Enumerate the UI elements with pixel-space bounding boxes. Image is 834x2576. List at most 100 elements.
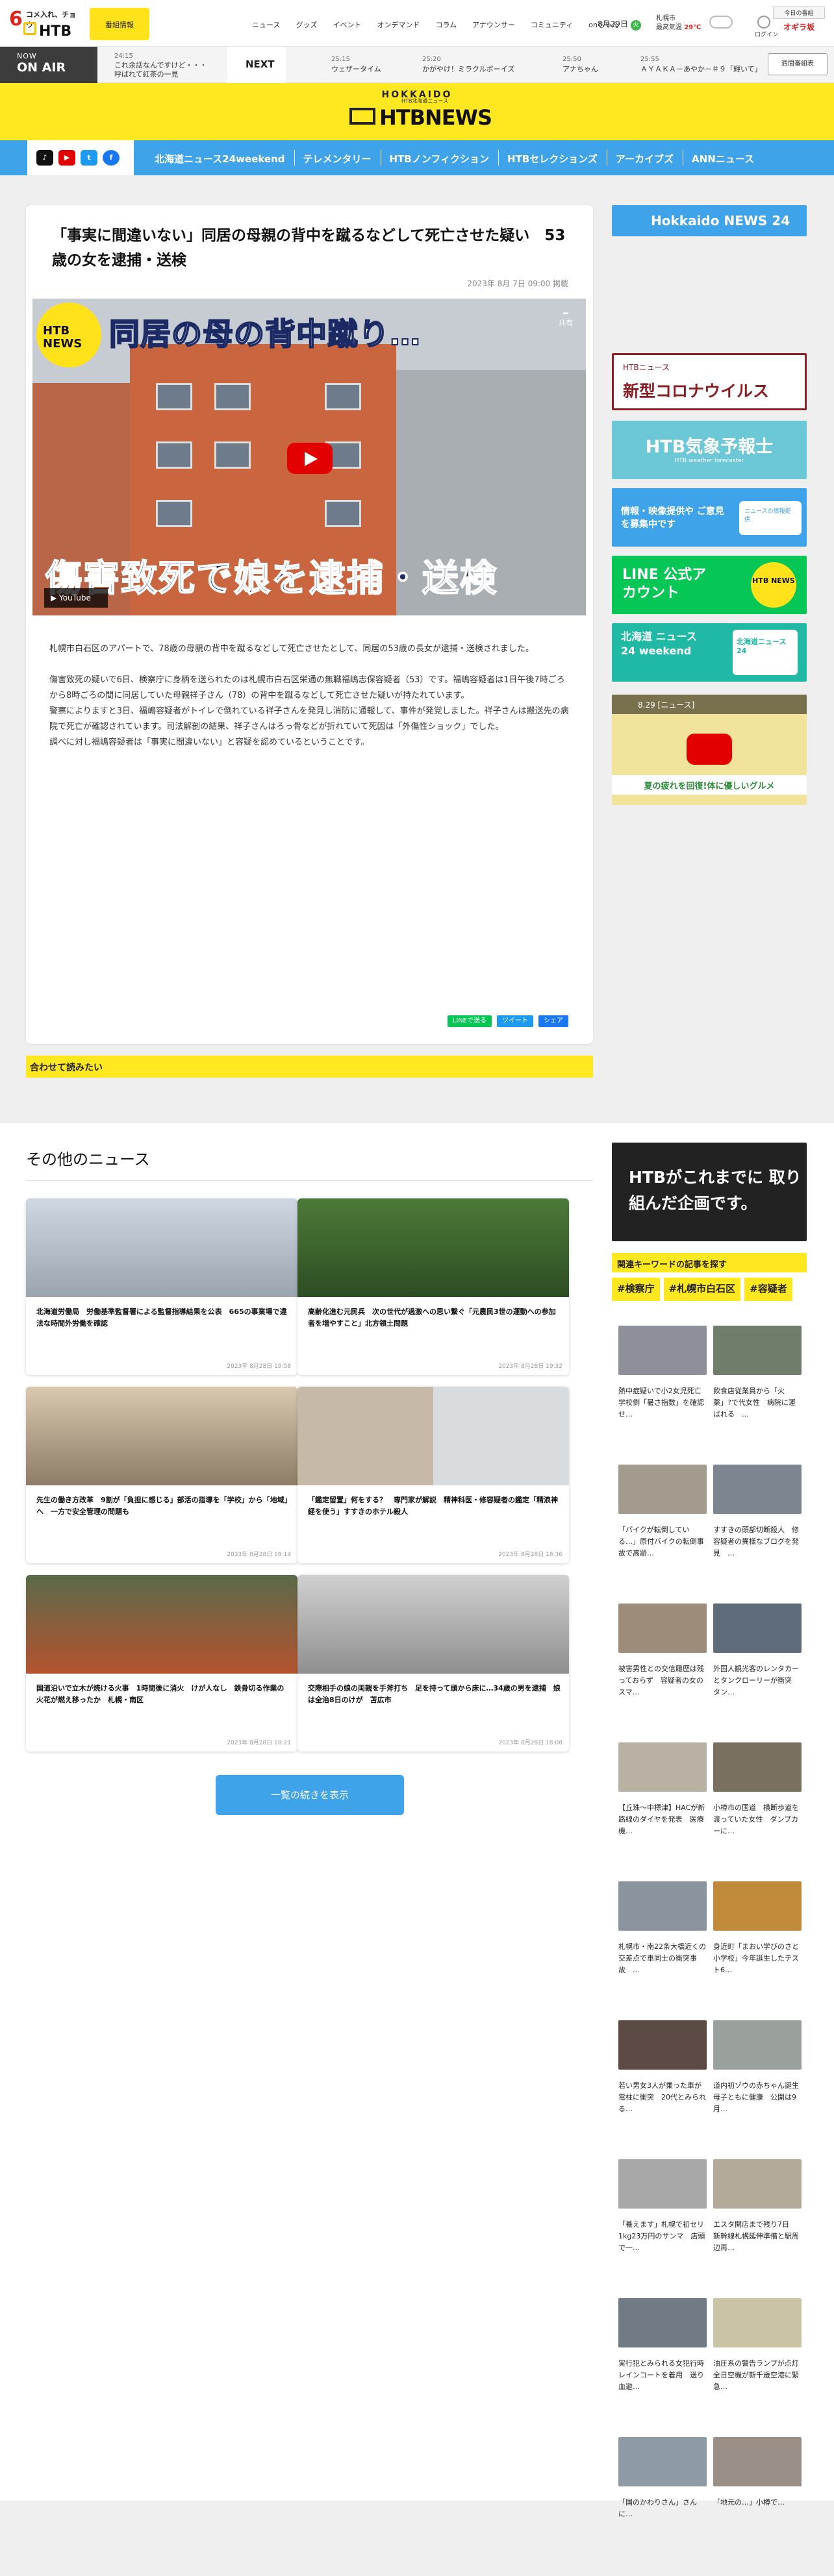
side-news-item[interactable]: 飲食店従業員から「火薬」?で代女性 病院に運ばれる …: [713, 1326, 802, 1465]
more-news-button[interactable]: 一覧の続きを表示: [216, 1775, 404, 1815]
current-program[interactable]: 24:15 これ余話なんですけど・・・ 呼ばれて紅茶の一見: [114, 52, 212, 79]
news-card[interactable]: 高齢化進む元民兵 次の世代が過激への思い繋ぐ「元農民3世の運動への参加者を増やす…: [297, 1198, 569, 1375]
top-nav-item[interactable]: コミュニティ: [531, 19, 573, 30]
program-info-button[interactable]: 番組情報: [90, 8, 149, 40]
news24weekend-banner[interactable]: 北海道 ニュース24 weekend 北海道ニュース24: [612, 623, 807, 682]
side-news-item[interactable]: 小樽市の国道 横断歩道を渡っていた女性 ダンプカーに…: [713, 1742, 802, 1881]
side-news-item[interactable]: 「パイクが転倒している…」原付バイクの転倒事故で高齢…: [618, 1465, 707, 1604]
news-thumbnail: [713, 1326, 802, 1375]
side-news-item[interactable]: 【丘珠〜中標津】HACが新路線のダイヤを発表 医療機…: [618, 1742, 707, 1881]
top-nav-item[interactable]: コラム: [435, 19, 457, 30]
nav-item-nonfiction[interactable]: HTBノンフィクション: [380, 140, 498, 175]
tiktok-icon[interactable]: ♪: [36, 150, 53, 166]
tag-link[interactable]: #検察庁: [612, 1278, 660, 1301]
next-program[interactable]: 25:20 かがやけ！ミラクルボーイズ: [422, 55, 514, 74]
side-news-item[interactable]: 身近町「まおい学びのさと小学校」今年誕生したテスト6…: [713, 1881, 802, 2020]
news-thumbnail: [713, 2298, 802, 2347]
nav-item-news24weekend[interactable]: 北海道ニュース24weekend: [145, 140, 294, 175]
side-news-item[interactable]: 「国のかわりさん」さんに…: [618, 2437, 707, 2576]
next-program[interactable]: 25:55 ＡＹＡＫＡ－あやか－＃９「輝いて」: [640, 55, 764, 74]
side-news-item[interactable]: 実行犯とみられる女犯行時レインコートを着用 送り血避…: [618, 2298, 707, 2437]
top-nav-item[interactable]: グッズ: [296, 19, 317, 30]
side-news-item[interactable]: 熱中症疑いで小2女児死亡 学校側「暑さ指数」を確認せ…: [618, 1326, 707, 1465]
top-nav-item[interactable]: イベント: [333, 19, 361, 30]
side-news-title: 油圧系の警告ランプが点灯 全日空機が新千歳空港に緊急…: [713, 2359, 802, 2391]
top-nav: ニュース グッズ イベント オンデマンド コラム アナウンサー コミュニティ o…: [252, 19, 619, 30]
side-news-item[interactable]: エスタ開店まで残り7日 新幹線札幌延伸準備と駅周辺再…: [713, 2159, 802, 2298]
news-thumbnail: [713, 2159, 802, 2209]
nav-item-telementary[interactable]: テレメンタリー: [294, 140, 381, 175]
site-header: 6 コメ入れ、チョウ HTB 番組情報 ニュース グッズ イベント オンデマンド…: [0, 0, 834, 47]
side-news-item[interactable]: 「地元の…」小樽で…: [713, 2437, 802, 2576]
news-thumbnail: [618, 2437, 707, 2486]
news-thumbnail: [713, 2437, 802, 2486]
top-nav-item[interactable]: アナウンサー: [472, 19, 515, 30]
news-card[interactable]: 北海道労働局 労働基準監督署による監督指導結果を公表 665の事業場で違法な時間…: [26, 1198, 297, 1375]
play-button-icon[interactable]: [687, 734, 732, 765]
weekday-badge: 火: [630, 20, 641, 31]
side-news-item[interactable]: 外国人観光客のレンタカーとタンクローリーが衝突 タン…: [713, 1604, 802, 1742]
news-thumbnail: [713, 1465, 802, 1514]
news-thumbnail: [618, 1881, 707, 1931]
htb-logo[interactable]: 6 コメ入れ、チョウ HTB: [9, 8, 82, 42]
user-icon[interactable]: [757, 16, 770, 29]
nav-item-ann-news[interactable]: ANNニュース: [683, 140, 763, 175]
side-news-item[interactable]: 油圧系の警告ランプが点灯 全日空機が新千歳空港に緊急…: [713, 2298, 802, 2437]
news-thumbnail: [297, 1198, 569, 1297]
info-video-banner[interactable]: 情報・映像提供や ご意見を募集中です ニュースの情報提供: [612, 488, 807, 547]
hokkaido-news24-banner[interactable]: Hokkaido NEWS 24: [612, 205, 807, 236]
nav-item-selections[interactable]: HTBセレクションズ: [498, 140, 607, 175]
news-thumbnail: [297, 1387, 569, 1485]
youtube-icon[interactable]: ▶: [58, 150, 75, 166]
news-card[interactable]: 先生の働き方改革 9割が「負担に感じる」部活の指導を「学校」から「地域」へ 一方…: [26, 1387, 297, 1563]
side-news-item[interactable]: 札幌市・南22条大橋近くの交差点で車同士の衝突事故 …: [618, 1881, 707, 2020]
next-program[interactable]: 25:15 ウェザータイム: [331, 55, 381, 74]
side-news-item[interactable]: すすきの頭部切断殺人 修容疑者の異様なブログを発見 …: [713, 1465, 802, 1604]
side-news-item[interactable]: 若い男女3人が乗った車が電柱に衝突 20代とみられる…: [618, 2020, 707, 2159]
side-news-title: 若い男女3人が乗った車が電柱に衝突 20代とみられる…: [618, 2081, 706, 2113]
tag-link[interactable]: #容疑者: [744, 1278, 792, 1301]
side-news-item[interactable]: 被害男性との交信履歴は残っておらず 容疑者の女のスマ…: [618, 1604, 707, 1742]
side-news-title: 道内初ゾウの赤ちゃん誕生 母子ともに健康 公開は9月…: [713, 2081, 802, 2113]
share-icon[interactable]: ➦ 共有: [559, 309, 573, 328]
today-program-box[interactable]: 今日の番組 オギラ坂: [773, 6, 825, 40]
news-card[interactable]: 「鑑定留置」何をする？ 専門家が解説 精神科医・修容疑者の鑑定「精浪神経を使う」…: [297, 1387, 569, 1563]
side-news-title: エスタ開店まで残り7日 新幹線札幌延伸準備と駅周辺再…: [713, 2220, 799, 2252]
top-nav-item[interactable]: オンデマンド: [377, 19, 420, 30]
tag-link[interactable]: #札幌市白石区: [663, 1278, 741, 1301]
news-thumbnail: [618, 1742, 707, 1792]
social-links: ♪ ▶ t f: [27, 140, 134, 175]
youtube-label[interactable]: ▶ YouTube: [44, 588, 108, 608]
top-nav-item[interactable]: ニュース: [252, 19, 280, 30]
side-news-item[interactable]: 道内初ゾウの赤ちゃん誕生 母子ともに健康 公開は9月…: [713, 2020, 802, 2159]
next-program[interactable]: 25:50 アナちゃん: [562, 55, 598, 74]
side-news-title: 身近町「まおい学びのさと小学校」今年誕生したテスト6…: [713, 1942, 799, 1974]
facebook-icon[interactable]: f: [103, 150, 120, 166]
weather-forecaster-banner[interactable]: HTB気象予報士 HTB weather forecaster: [612, 421, 807, 479]
htb-projects-banner[interactable]: HTBがこれまでに 取り組んだ企画です。: [612, 1143, 807, 1241]
video-headline-top: 同居の母の背中蹴り…: [108, 316, 421, 353]
nav-item-archives[interactable]: アーカイブズ: [606, 140, 683, 175]
htb-news-logo[interactable]: HOKKAIDO HTB北海道ニュース HTBNEWS: [346, 90, 492, 135]
weekly-schedule-button[interactable]: 週間番組表: [768, 53, 828, 75]
weather-widget[interactable]: 札幌市 最高気温 29℃: [656, 14, 701, 32]
line-banner[interactable]: LINE 公式アカウント HTB NEWS: [612, 556, 807, 614]
side-news-title: 熱中症疑いで小2女児死亡 学校側「暑さ指数」を確認せ…: [618, 1387, 707, 1418]
video-banner[interactable]: 8.29 [ニュース] 夏の疲れを回復!体に優しいグルメ: [612, 695, 807, 805]
line-share-button[interactable]: LINEで送る: [447, 1015, 492, 1027]
news-card[interactable]: 国道沿いで立木が焼ける火事 1時間後に消火 けが人なし 鉄骨切る作業の火花が燃え…: [26, 1575, 297, 1752]
tweet-button[interactable]: ツイート: [497, 1015, 533, 1027]
play-button-icon[interactable]: [287, 443, 333, 474]
article-card: 「事実に間違いない」同居の母親の背中を蹴るなどして死亡させた疑い 53歳の女を逮…: [26, 205, 593, 1044]
htb-news-video-logo: HTB NEWS: [36, 303, 101, 367]
news-card[interactable]: 交際相手の娘の両親を手斧打ち 足を持って頭から床に…34歳の男を逮捕 娘は全治8…: [297, 1575, 569, 1752]
corona-banner[interactable]: HTBニュース 新型コロナウイルス: [612, 353, 807, 410]
side-news-item[interactable]: 「養えます」札幌で初セリ1kg23万円のサンマ 店頭で一…: [618, 2159, 707, 2298]
article-paragraph: 札幌市白石区のアパートで、78歳の母親の背中を蹴るなどして死亡させたとして、同居…: [49, 644, 534, 654]
side-news-title: 「国のかわりさん」さんに…: [618, 2498, 697, 2518]
other-news-heading: その他のニュース: [26, 1150, 150, 1169]
twitter-icon[interactable]: t: [81, 150, 97, 166]
facebook-share-button[interactable]: シェア: [538, 1015, 568, 1027]
video-player[interactable]: HTB NEWS 同居の母の背中蹴り… 傷害致死で娘を逮捕・送検 ➦ 共有 ▶ Y…: [32, 299, 586, 615]
cloud-icon: [709, 16, 733, 29]
